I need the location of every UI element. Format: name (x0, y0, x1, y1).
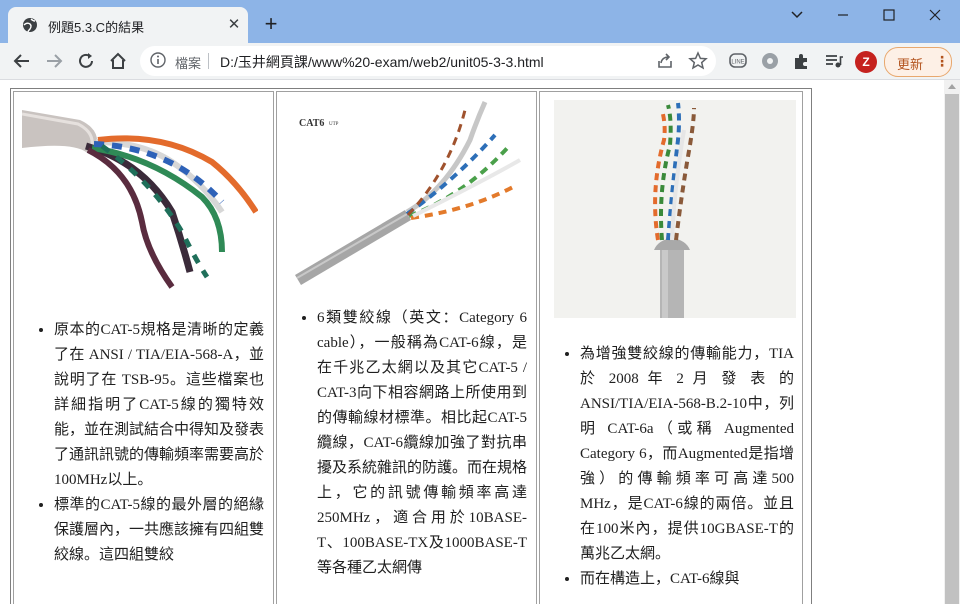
omnibox[interactable]: 檔案 D:/玉井網頁課/www%20-exam/web2/unit05-3-3.… (140, 46, 716, 76)
table-cell-cat6: CAT6 UTP 6類雙絞線（英文：Category 6 cable），一般稱為… (276, 91, 537, 604)
cat6a-cable-image (554, 100, 796, 318)
list-item: 6類雙絞線（英文：Category 6 cable），一般稱為CAT-6線，是在… (317, 306, 527, 581)
cat6-cable-image: CAT6 UTP (295, 100, 525, 285)
close-window-button[interactable] (912, 0, 958, 32)
info-icon[interactable] (150, 52, 166, 68)
cat6a-description-list: 為增強雙絞線的傳輸能力，TIA 於 2008 年 2 月 發 表 的ANSI/T… (540, 342, 794, 592)
svg-text:LINE: LINE (731, 60, 744, 66)
reload-button[interactable] (73, 48, 99, 74)
cat5-description-list: 原本的CAT-5規格是清晰的定義了在 ANSI / TIA/EIA-568-A，… (14, 318, 264, 568)
table-cell-cat6a: 為增強雙絞線的傳輸能力，TIA 於 2008 年 2 月 發 表 的ANSI/T… (539, 91, 803, 604)
forward-button[interactable] (41, 48, 67, 74)
back-button[interactable] (9, 48, 35, 74)
tab-search-chevron-icon[interactable] (774, 0, 820, 32)
cat5-cable-image (22, 102, 258, 292)
share-icon[interactable] (655, 51, 675, 71)
vertical-scrollbar[interactable] (944, 80, 960, 604)
tab-close-icon[interactable]: ✕ (224, 15, 244, 35)
cat6-image-sublabel: UTP (329, 122, 339, 127)
media-queue-icon[interactable] (824, 51, 844, 71)
omnibox-separator (208, 53, 209, 69)
maximize-button[interactable] (866, 0, 912, 32)
profile-avatar[interactable]: Z (855, 51, 877, 73)
tab-strip: 例題5.3.C的結果 ✕ + (0, 0, 960, 43)
update-button[interactable]: 更新 ⋮ (884, 47, 952, 77)
home-button[interactable] (105, 48, 131, 74)
page-viewport: 原本的CAT-5規格是清晰的定義了在 ANSI / TIA/EIA-568-A，… (0, 80, 944, 604)
scroll-thumb[interactable] (945, 94, 959, 604)
list-item: 而在構造上，CAT-6線與 (580, 567, 794, 592)
settings-extension-icon[interactable] (760, 51, 780, 71)
puzzle-icon[interactable] (792, 51, 812, 71)
table-cell-cat5: 原本的CAT-5規格是清晰的定義了在 ANSI / TIA/EIA-568-A，… (13, 91, 274, 604)
browser-toolbar: 檔案 D:/玉井網頁課/www%20-exam/web2/unit05-3-3.… (0, 43, 960, 80)
minimize-button[interactable] (820, 0, 866, 32)
list-item: 為增強雙絞線的傳輸能力，TIA 於 2008 年 2 月 發 表 的ANSI/T… (580, 342, 794, 567)
cat6-image-label: CAT6 (299, 118, 324, 129)
url-text[interactable]: D:/玉井網頁課/www%20-exam/web2/unit05-3-3.htm… (220, 52, 544, 72)
scroll-up-arrow-icon[interactable] (948, 84, 956, 89)
globe-icon (23, 18, 37, 33)
star-icon[interactable] (688, 51, 708, 71)
list-item: 標準的CAT-5線的最外層的絕緣保護層內，一共應該擁有四組雙絞線。這四組雙絞 (54, 493, 264, 568)
tab-active[interactable]: 例題5.3.C的結果 ✕ (8, 7, 248, 43)
more-menu-icon[interactable]: ⋮ (935, 53, 949, 70)
line-icon[interactable]: LINE (728, 51, 748, 71)
cat6-description-list: 6類雙絞線（英文：Category 6 cable），一般稱為CAT-6線，是在… (277, 306, 527, 581)
tab-title: 例題5.3.C的結果 (48, 20, 145, 35)
new-tab-button[interactable]: + (258, 12, 284, 38)
omnibox-file-label: 檔案 (175, 56, 202, 71)
list-item: 原本的CAT-5規格是清晰的定義了在 ANSI / TIA/EIA-568-A，… (54, 318, 264, 493)
update-label: 更新 (897, 57, 924, 72)
content-table: 原本的CAT-5規格是清晰的定義了在 ANSI / TIA/EIA-568-A，… (10, 88, 812, 604)
